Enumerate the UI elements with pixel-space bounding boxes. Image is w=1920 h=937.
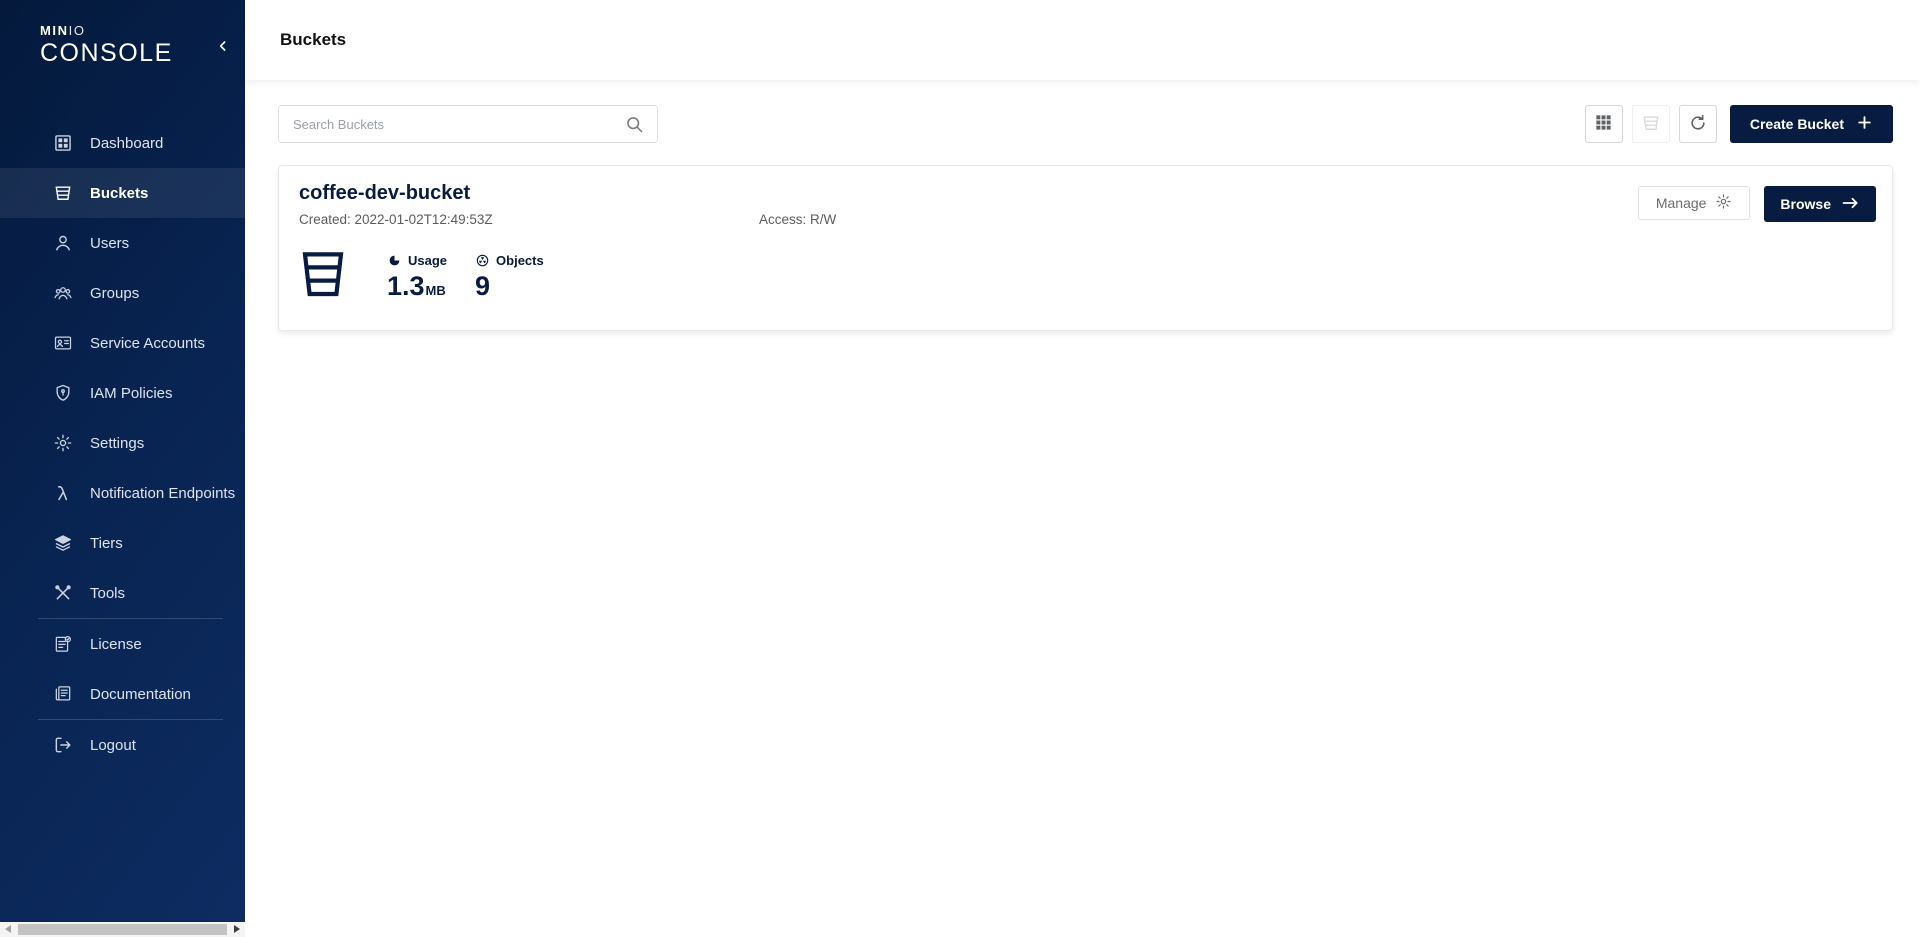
sidebar-item-iam-policies[interactable]: IAM Policies [0,368,245,418]
sidebar-item-documentation[interactable]: Documentation [0,669,245,719]
objects-metric: Objects 9 [475,243,544,301]
browse-label: Browse [1780,196,1831,212]
sidebar-logo-row: MINIO CONSOLE [0,0,245,88]
list-view-button [1632,105,1670,143]
sidebar-item-tiers[interactable]: Tiers [0,518,245,568]
plus-icon [1856,114,1873,134]
actions-row: Create Bucket [278,105,1893,143]
browse-button[interactable]: Browse [1764,186,1876,222]
create-bucket-label: Create Bucket [1750,116,1844,132]
bucket-meta: Created: 2022-01-02T12:49:53Z Access: R/… [299,212,836,227]
settings-icon [52,432,74,454]
documentation-icon [52,683,74,705]
manage-label: Manage [1656,195,1707,211]
page-title: Buckets [280,30,346,50]
sidebar-item-buckets[interactable]: Buckets [0,168,245,218]
sidebar-item-label: Tiers [90,535,123,552]
usage-label-row: Usage [387,253,447,268]
minio-console-app: MINIO CONSOLE Dashboard Buckets Users [0,0,1920,937]
logout-icon [52,734,74,756]
sidebar-item-label: Users [90,235,129,252]
bucket-access: Access: R/W [759,212,836,227]
sidebar-item-label: Tools [90,585,125,602]
sidebar: MINIO CONSOLE Dashboard Buckets Users [0,0,245,922]
sidebar-item-groups[interactable]: Groups [0,268,245,318]
sidebar-item-label: Settings [90,435,144,452]
usage-value: 1.3MB [387,271,447,306]
sidebar-item-label: IAM Policies [90,385,173,402]
usage-metric: Usage 1.3MB [387,243,447,306]
sidebar-item-users[interactable]: Users [0,218,245,268]
sidebar-item-settings[interactable]: Settings [0,418,245,468]
buckets-icon [52,182,74,204]
grid-view-icon [1594,113,1613,135]
tiers-icon [52,532,74,554]
bucket-created: Created: 2022-01-02T12:49:53Z [299,212,759,227]
bucket-icon [299,247,347,306]
sidebar-item-label: Logout [90,737,136,754]
objects-label-row: Objects [475,253,544,268]
sidebar-item-label: Service Accounts [90,335,205,352]
manage-button[interactable]: Manage [1638,186,1751,220]
scrollbar-right-arrow[interactable] [234,925,240,933]
objects-icon [475,253,490,268]
tools-icon [52,582,74,604]
sidebar-item-label: Notification Endpoints [90,485,235,502]
chevron-left-icon [215,42,231,57]
objects-value: 9 [475,271,544,301]
license-icon [52,633,74,655]
search-buckets-box [278,105,658,143]
sidebar-item-tools[interactable]: Tools [0,568,245,618]
bucket-metrics: Usage 1.3MB Objects 9 [299,243,1876,306]
search-icon [624,114,645,140]
usage-label: Usage [408,253,447,268]
refresh-button[interactable] [1679,105,1717,143]
grid-view-button[interactable] [1585,105,1623,143]
gear-icon [1715,193,1732,213]
minio-wordmark: MINIO [40,24,245,37]
create-bucket-button[interactable]: Create Bucket [1730,105,1893,143]
sidebar-item-dashboard[interactable]: Dashboard [0,118,245,168]
arrow-right-icon [1841,196,1860,213]
bucket-info: coffee-dev-bucket Created: 2022-01-02T12… [299,182,836,227]
sidebar-item-label: Documentation [90,686,191,703]
buckets-content: Create Bucket coffee-dev-bucket Created:… [245,80,1920,331]
main-area: Buckets [245,0,1920,937]
scrollbar-thumb[interactable] [18,924,227,935]
sidebar-item-label: License [90,636,142,653]
sidebar-collapse-button[interactable] [215,38,231,57]
sidebar-item-logout[interactable]: Logout [0,720,245,770]
page-header: Buckets [245,0,1920,80]
refresh-icon [1688,113,1708,136]
groups-icon [52,282,74,304]
bucket-card-top: coffee-dev-bucket Created: 2022-01-02T12… [299,182,1876,227]
usage-pie-icon [387,253,402,268]
sidebar-item-label: Buckets [90,185,148,202]
dashboard-icon [52,132,74,154]
horizontal-scrollbar[interactable] [0,922,245,937]
bucket-toolbar: Create Bucket [1585,105,1893,143]
list-view-bucket-icon [1641,113,1661,136]
sidebar-item-label: Groups [90,285,139,302]
sidebar-item-notification-endpoints[interactable]: Notification Endpoints [0,468,245,518]
bucket-card-buttons: Manage Browse [1638,186,1876,222]
users-icon [52,232,74,254]
search-buckets-input[interactable] [279,106,657,142]
sidebar-item-license[interactable]: License [0,619,245,669]
scrollbar-left-arrow[interactable] [5,925,11,933]
objects-label: Objects [496,253,544,268]
lambda-icon [52,482,74,504]
sidebar-item-label: Dashboard [90,135,163,152]
usage-unit: MB [426,283,446,298]
iam-policies-icon [52,382,74,404]
sidebar-menu: Dashboard Buckets Users Groups Service A… [0,118,245,770]
sidebar-item-service-accounts[interactable]: Service Accounts [0,318,245,368]
bucket-card: coffee-dev-bucket Created: 2022-01-02T12… [278,165,1893,331]
service-accounts-icon [52,332,74,354]
bucket-name[interactable]: coffee-dev-bucket [299,182,836,205]
